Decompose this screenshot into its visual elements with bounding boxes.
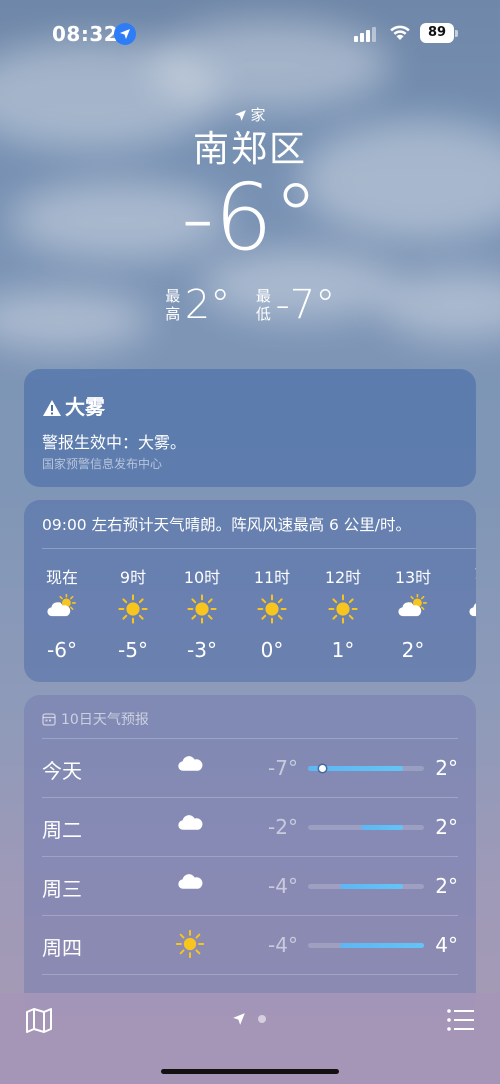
hour-label: 现在: [45, 568, 78, 587]
daily-row[interactable]: 周三 -4° 2°: [42, 856, 458, 915]
day-low-temp: -2°: [268, 815, 298, 839]
day-name: 周二: [42, 818, 82, 842]
hourly-item: 14 2: [454, 564, 476, 662]
list-icon[interactable]: [446, 1007, 476, 1033]
warning-icon: [43, 400, 61, 416]
hour-temperature: 1°: [331, 638, 355, 662]
day-low-temp: -7°: [268, 756, 298, 780]
high-temp-group: 最高 2°: [165, 282, 230, 328]
temperature-range-bar: [308, 943, 424, 948]
hourly-item: 现在 -6°: [32, 564, 92, 662]
day-name: 周四: [42, 936, 82, 960]
day-high-temp: 2°: [435, 815, 458, 839]
day-high-temp: 2°: [435, 756, 458, 780]
daily-row[interactable]: 今天 -7° 2°: [42, 738, 458, 797]
battery-tip: [455, 30, 458, 37]
temperature-range-bar: [308, 825, 424, 830]
bottom-toolbar: [0, 993, 500, 1084]
day-high-temp: 2°: [435, 874, 458, 898]
cloud-icon: [176, 812, 204, 836]
sun-icon: [242, 594, 302, 628]
high-temp: 2°: [184, 282, 231, 328]
cloud-icon: [176, 871, 204, 895]
sun-icon: [175, 929, 205, 962]
sun-icon: [172, 594, 232, 628]
temperature-range-bar: [308, 884, 424, 889]
low-temp: -7°: [275, 282, 336, 328]
hour-label: 11时: [253, 568, 291, 587]
hour-temperature: 2°: [401, 638, 425, 662]
hourly-item: 13时 2°: [383, 564, 443, 662]
location-services-icon: [114, 23, 136, 45]
low-temp-group: 最低 -7°: [255, 282, 335, 328]
cloud-icon: [176, 753, 204, 777]
alert-title: 大雾: [42, 391, 105, 420]
daily-row[interactable]: 周二 -2° 2°: [42, 797, 458, 856]
hourly-summary: 09:00 左右预计天气晴朗。阵风风速最高 6 公里/时。: [42, 516, 412, 534]
current-location-page-icon[interactable]: [232, 1012, 246, 1026]
alert-body: 警报生效中：大雾。: [42, 433, 187, 452]
home-indicator: [161, 1069, 339, 1074]
wifi-icon: [390, 25, 410, 40]
hour-temperature: 0°: [260, 638, 284, 662]
day-name: 今天: [42, 759, 82, 783]
daily-forecast-card[interactable]: 10日天气预报 今天 -7° 2° 周二 -2° 2° 周三 -4° 2° 周四 -4…: [24, 695, 476, 1015]
hour-label: 13时: [394, 568, 432, 587]
hourly-item: 9时 -5°: [103, 564, 163, 662]
status-time: 08:32: [52, 22, 119, 46]
high-label: 最高: [165, 287, 181, 323]
hourly-item: 10时 -3°: [172, 564, 232, 662]
hour-label: 10时: [183, 568, 221, 587]
current-temp-marker: [318, 765, 326, 772]
current-temperature: -6°: [181, 164, 319, 271]
low-label: 最低: [255, 287, 271, 323]
alert-source: 国家预警信息发布中心: [42, 457, 163, 471]
sun-icon: [313, 594, 373, 628]
hour-label: 14: [454, 564, 476, 586]
hour-temperature: -5°: [118, 638, 148, 662]
sun-icon: [103, 594, 163, 628]
daily-forecast-title: 10日天气预报: [61, 712, 149, 728]
partly-cloudy-sun-icon: [383, 593, 443, 628]
hour-temperature: -3°: [187, 638, 217, 662]
hour-temperature: -6°: [47, 638, 77, 662]
page-indicator-dot[interactable]: [258, 1015, 266, 1023]
cellular-signal-icon: [354, 27, 376, 42]
alert-title-text: 大雾: [65, 395, 105, 419]
partly-cloudy-sun-icon: [32, 593, 92, 628]
temperature-range-fill: [360, 825, 403, 830]
day-high-temp: 4°: [435, 933, 458, 957]
battery-level: 89: [420, 23, 454, 43]
hour-label: 9时: [119, 568, 147, 587]
temperature-range-bar: [308, 765, 424, 772]
hourly-item: 12时 1°: [313, 564, 373, 662]
hour-temperature: 2: [454, 638, 476, 662]
daily-row-divider: [42, 974, 458, 995]
temperature-range-fill: [339, 884, 403, 889]
calendar-icon: [42, 713, 56, 726]
hourly-forecast-card[interactable]: 09:00 左右预计天气晴朗。阵风风速最高 6 公里/时。 现在 -6° 9时 -…: [24, 500, 476, 682]
map-icon[interactable]: [24, 1005, 54, 1035]
divider: [42, 548, 476, 549]
partly-cloudy-sun-icon: [454, 594, 476, 628]
day-low-temp: -4°: [268, 874, 298, 898]
day-name: 周三: [42, 877, 82, 901]
daily-forecast-header: 10日天气预报: [42, 709, 149, 729]
daily-row[interactable]: 周四 -4° 4°: [42, 915, 458, 974]
temperature-range-fill: [339, 943, 424, 948]
day-low-temp: -4°: [268, 933, 298, 957]
hourly-item: 11时 0°: [242, 564, 302, 662]
high-low: 最高 2° 最低 -7°: [0, 282, 500, 328]
weather-alert-card[interactable]: 大雾 警报生效中：大雾。 国家预警信息发布中心: [24, 369, 476, 487]
status-bar: 08:32 89: [0, 18, 500, 50]
hour-label: 12时: [324, 568, 362, 587]
